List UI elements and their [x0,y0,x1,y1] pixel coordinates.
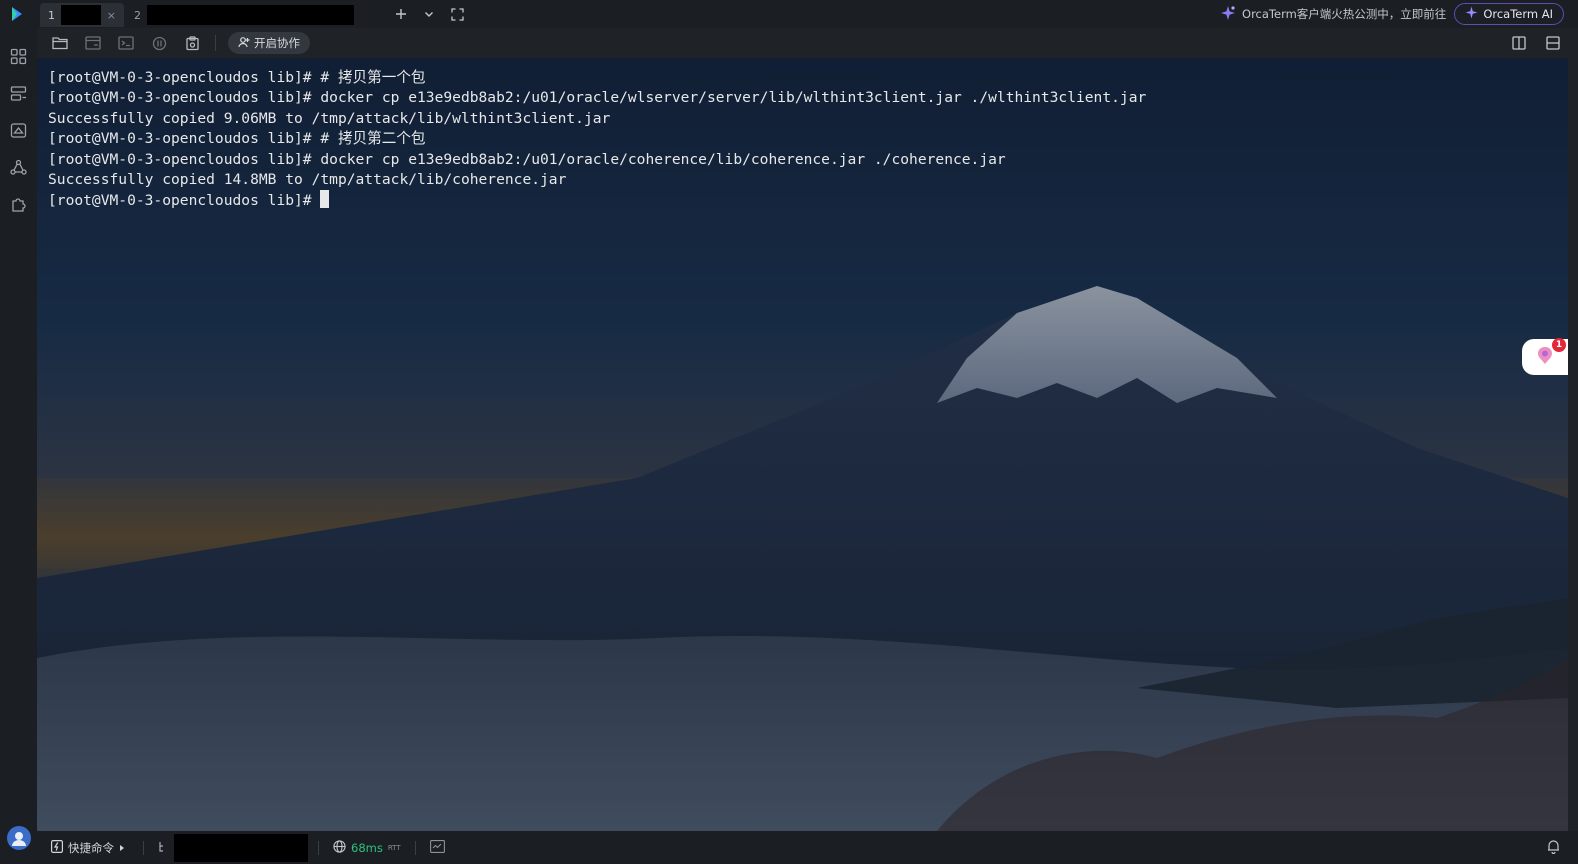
tab-title-redacted [147,5,354,25]
tab-number: 1 [48,8,55,22]
terminal-line: Successfully copied 9.06MB to /tmp/attac… [48,109,611,127]
sync-icon[interactable] [82,32,104,54]
orcaterm-ai-button[interactable]: OrcaTerm AI [1454,3,1564,25]
promo-text: OrcaTerm客户端火热公测中，立即前往 [1242,7,1447,21]
floating-assistant-widget[interactable]: 1 [1522,338,1568,375]
user-share-icon [238,36,250,51]
tab-close-icon[interactable]: × [107,9,116,22]
notification-bell-icon[interactable] [1547,839,1560,857]
terminal-prompt: [root@VM-0-3-opencloudos lib]# [48,192,321,210]
network-latency[interactable]: 68ms RTT [333,839,401,856]
latency-value: 68ms [351,840,383,855]
terminal-line: [root@VM-0-3-opencloudos lib]# docker cp… [48,89,1147,107]
status-bar: 快捷命令 68ms RTT [37,831,1578,864]
terminal-output: [root@VM-0-3-opencloudos lib]# # 拷贝第一个包 [… [48,68,1146,212]
extensions-icon[interactable] [8,194,28,214]
client-beta-promo[interactable]: OrcaTerm客户端火热公测中，立即前往 [1220,5,1446,24]
server-list-icon[interactable] [8,83,28,103]
terminal-toolbar: 开启协作 [37,28,1578,58]
lightning-icon [51,839,64,856]
left-sidebar [0,28,37,864]
quick-cmd-label: 快捷命令 [68,840,114,855]
latency-unit: RTT [387,843,401,852]
terminal-icon[interactable] [115,32,137,54]
instances-icon[interactable] [8,120,28,140]
split-vertical-icon[interactable] [1508,32,1530,54]
tab-number: 2 [134,8,141,22]
sparkle-icon [1220,5,1236,24]
orcaterm-logo-icon[interactable] [0,0,34,28]
globe-icon [333,839,346,856]
notification-badge: 1 [1552,338,1566,352]
chevron-down-icon[interactable] [418,3,440,25]
assistant-icon [1536,345,1554,369]
monitor-icon[interactable] [429,839,445,856]
terminal-line: [root@VM-0-3-opencloudos lib]# # 拷贝第二个包 [48,130,426,148]
terminal-line: [root@VM-0-3-opencloudos lib]# docker cp… [48,150,1006,168]
user-avatar[interactable] [7,826,31,850]
ai-button-label: OrcaTerm AI [1483,7,1553,21]
folder-icon[interactable] [49,32,71,54]
tab-title-redacted [60,5,101,25]
host-name-redacted [174,833,308,862]
status-divider [318,840,319,855]
split-horizontal-icon[interactable] [1542,32,1564,54]
terminal-pane[interactable]: [root@VM-0-3-opencloudos lib]# # 拷贝第一个包 [… [37,58,1568,831]
terminal-cursor [320,190,330,209]
terminal-line: Successfully copied 14.8MB to /tmp/attac… [48,171,567,189]
terminal-prompt-line[interactable]: [root@VM-0-3-opencloudos lib]# [48,190,1146,211]
terminal-scrollbar[interactable] [1568,58,1578,831]
dashboard-icon[interactable] [8,46,28,66]
quick-commands-button[interactable]: 快捷命令 [51,839,125,856]
network-icon[interactable] [8,157,28,177]
clipboard-icon[interactable] [181,32,203,54]
host-icon [158,840,170,856]
tab-1[interactable]: 1 × [40,3,124,27]
collab-label: 开启协作 [254,36,300,50]
status-divider [143,840,144,855]
tab-2[interactable]: 2 [126,3,362,27]
top-tab-bar: 1 × 2 OrcaTerm客户端火热公测中，立即前往 OrcaTerm AI [0,0,1578,28]
terminal-line: [root@VM-0-3-opencloudos lib]# # 拷贝第一个包 [48,69,426,86]
fullscreen-icon[interactable] [446,3,468,25]
record-icon[interactable] [148,32,170,54]
status-divider [414,840,416,855]
start-collaboration-button[interactable]: 开启协作 [228,32,310,54]
plus-icon[interactable] [390,3,412,25]
caret-right-icon [119,841,125,855]
ai-sparkle-icon [1465,6,1478,22]
toolbar-divider [215,35,216,51]
